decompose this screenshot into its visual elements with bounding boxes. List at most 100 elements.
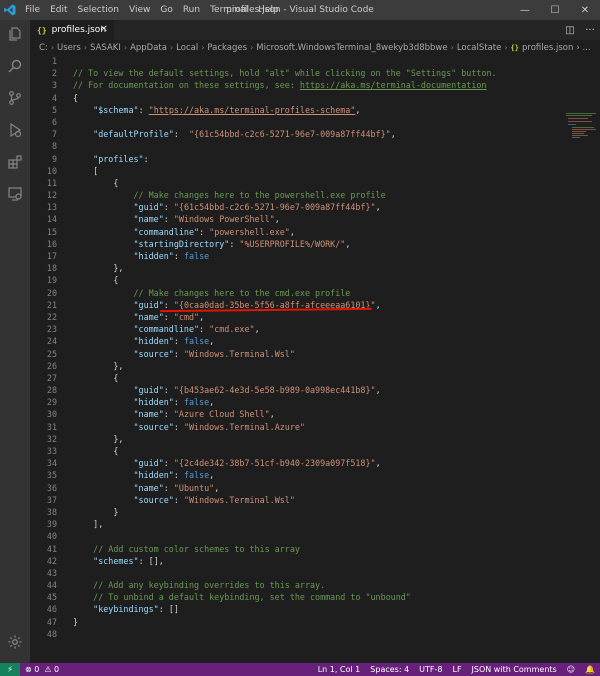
code-line[interactable]: 13 "guid": "{61c54bbd-c2c6-5271-96e7-009… bbox=[30, 201, 381, 213]
menu-terminal[interactable]: Terminal bbox=[205, 0, 253, 20]
split-editor-icon[interactable]: ◫ bbox=[560, 20, 580, 40]
code-line[interactable]: 23 "commandline": "cmd.exe", bbox=[30, 323, 260, 335]
code-line[interactable]: 42 "schemes": [], bbox=[30, 555, 164, 567]
menu-selection[interactable]: Selection bbox=[73, 0, 124, 20]
code-line[interactable]: 29 "hidden": false, bbox=[30, 396, 214, 408]
code-line[interactable]: 44 // Add any keybinding overrides to th… bbox=[30, 579, 325, 591]
code-line[interactable]: 18 }, bbox=[30, 262, 124, 274]
line-number: 11 bbox=[46, 177, 57, 188]
code-line[interactable]: 34 "guid": "{2c4de342-38b7-51cf-b940-230… bbox=[30, 457, 381, 469]
source-control-icon[interactable] bbox=[5, 88, 25, 108]
menu-go[interactable]: Go bbox=[155, 0, 177, 20]
tab-profiles-json[interactable]: {} profiles.json ✕ bbox=[30, 20, 114, 40]
code-line[interactable]: 28 "guid": "{b453ae62-4e3d-5e58-b989-0a9… bbox=[30, 384, 381, 396]
code-line[interactable]: 46 "keybindings": [] bbox=[30, 603, 179, 615]
code-line[interactable]: 15 "commandline": "powershell.exe", bbox=[30, 226, 295, 238]
breadcrumb-item[interactable]: Packages bbox=[207, 43, 247, 53]
encoding[interactable]: UTF-8 bbox=[414, 663, 447, 676]
code-line[interactable]: 19 { bbox=[30, 274, 118, 286]
breadcrumb-trail[interactable]: › ... bbox=[576, 43, 590, 53]
remote-indicator-icon[interactable]: ⚡ bbox=[0, 663, 20, 676]
code-line[interactable]: 41 // Add custom color schemes to this a… bbox=[30, 543, 300, 555]
code-line[interactable]: 39 ], bbox=[30, 518, 103, 530]
tab-close-icon[interactable]: ✕ bbox=[100, 20, 108, 40]
explorer-icon[interactable] bbox=[5, 24, 25, 44]
code-line[interactable]: 22 "name": "cmd", bbox=[30, 311, 204, 323]
breadcrumb-item[interactable]: C: bbox=[39, 43, 48, 53]
code-line[interactable]: 11 { bbox=[30, 177, 118, 189]
line-text: // For documentation on these settings, … bbox=[73, 79, 486, 91]
breadcrumb-item[interactable]: LocalState bbox=[457, 43, 502, 53]
code-line[interactable]: 20 // Make changes here to the cmd.exe p… bbox=[30, 287, 350, 299]
cursor-position[interactable]: Ln 1, Col 1 bbox=[313, 663, 366, 676]
code-line[interactable]: 5 "$schema": "https://aka.ms/terminal-pr… bbox=[30, 104, 360, 116]
close-window-button[interactable]: ✕ bbox=[570, 0, 600, 20]
code-token: { bbox=[73, 92, 79, 103]
language-mode[interactable]: JSON with Comments bbox=[467, 663, 562, 676]
line-text: "name": "Ubuntu", bbox=[73, 482, 220, 494]
feedback-icon[interactable]: ☺ bbox=[562, 663, 580, 676]
breadcrumb-item[interactable]: AppData bbox=[130, 43, 167, 53]
code-line[interactable]: 40 bbox=[30, 530, 57, 542]
code-line[interactable]: 30 "name": "Azure Cloud Shell", bbox=[30, 408, 275, 420]
code-line[interactable]: 9 "profiles": bbox=[30, 153, 149, 165]
code-line[interactable]: 16 "startingDirectory": "%USERPROFILE%/W… bbox=[30, 238, 350, 250]
warnings-count[interactable]: ⚠ 0 bbox=[44, 663, 64, 676]
code-line[interactable]: 26 }, bbox=[30, 360, 124, 372]
line-text: ], bbox=[73, 518, 103, 530]
code-line[interactable]: 1 bbox=[30, 55, 57, 67]
code-line[interactable]: 24 "hidden": false, bbox=[30, 335, 214, 347]
menu-file[interactable]: File bbox=[20, 0, 45, 20]
code-line[interactable]: 36 "name": "Ubuntu", bbox=[30, 482, 219, 494]
code-line[interactable]: 32 }, bbox=[30, 433, 124, 445]
code-line[interactable]: 2 // To view the default settings, hold "… bbox=[30, 67, 497, 79]
code-line[interactable]: 14 "name": "Windows PowerShell", bbox=[30, 213, 280, 225]
code-line[interactable]: 8 bbox=[30, 140, 57, 152]
code-line[interactable]: 37 "source": "Windows.Terminal.Wsl" bbox=[30, 494, 295, 506]
indentation[interactable]: Spaces: 4 bbox=[365, 663, 414, 676]
code-token: : bbox=[173, 336, 184, 347]
code-line[interactable]: 43 bbox=[30, 567, 57, 579]
menu-run[interactable]: Run bbox=[178, 0, 205, 20]
vertical-scrollbar[interactable] bbox=[594, 55, 600, 663]
errors-count[interactable]: ⊗ 0 bbox=[20, 663, 44, 676]
code-line[interactable]: 25 "source": "Windows.Terminal.Wsl" bbox=[30, 348, 295, 360]
code-line[interactable]: 38 } bbox=[30, 506, 118, 518]
code-line[interactable]: 7 "defaultProfile": "{61c54bbd-c2c6-5271… bbox=[30, 128, 396, 140]
code-line[interactable]: 17 "hidden": false bbox=[30, 250, 209, 262]
breadcrumb-item[interactable]: Microsoft.WindowsTerminal_8wekyb3d8bbwe bbox=[256, 43, 447, 53]
breadcrumb-item[interactable]: Users bbox=[57, 43, 81, 53]
code-line[interactable]: 10 [ bbox=[30, 165, 98, 177]
code-line[interactable]: 31 "source": "Windows.Terminal.Azure" bbox=[30, 421, 305, 433]
maximize-button[interactable]: ☐ bbox=[540, 0, 570, 20]
breadcrumb-item[interactable]: SASAKI bbox=[90, 43, 121, 53]
remote-explorer-icon[interactable] bbox=[5, 184, 25, 204]
breadcrumb-file[interactable]: profiles.json bbox=[522, 43, 573, 53]
menu-help[interactable]: Help bbox=[253, 0, 284, 20]
run-debug-icon[interactable] bbox=[5, 120, 25, 140]
manage-gear-icon[interactable] bbox=[5, 632, 25, 652]
code-line[interactable]: 45 // To unbind a default keybinding, se… bbox=[30, 591, 411, 603]
more-actions-icon[interactable]: ··· bbox=[580, 20, 600, 40]
code-line[interactable]: 27 { bbox=[30, 372, 118, 384]
code-line[interactable]: 35 "hidden": false, bbox=[30, 469, 214, 481]
search-icon[interactable] bbox=[5, 56, 25, 76]
menu-view[interactable]: View bbox=[124, 0, 155, 20]
notifications-bell-icon[interactable]: 🔔 bbox=[580, 663, 600, 676]
code-line[interactable]: 12 // Make changes here to the powershel… bbox=[30, 189, 386, 201]
code-line[interactable]: 33 { bbox=[30, 445, 118, 457]
code-line[interactable]: 3 // For documentation on these settings,… bbox=[30, 79, 487, 91]
code-line[interactable]: 6 bbox=[30, 116, 57, 128]
code-line[interactable]: 48 bbox=[30, 628, 57, 640]
code-line[interactable]: 47} bbox=[30, 616, 78, 628]
code-editor[interactable]: 1 2// To view the default settings, hold … bbox=[30, 55, 600, 663]
minimize-button[interactable]: — bbox=[510, 0, 540, 20]
code-line[interactable]: 4{ bbox=[30, 92, 78, 104]
end-of-line[interactable]: LF bbox=[447, 663, 466, 676]
extensions-icon[interactable] bbox=[5, 152, 25, 172]
breadcrumb-item[interactable]: Local bbox=[176, 43, 198, 53]
code-lines[interactable]: 1 2// To view the default settings, hold … bbox=[30, 55, 497, 640]
menu-edit[interactable]: Edit bbox=[45, 0, 72, 20]
code-line[interactable]: 21 "guid": "{0caa0dad-35be-5f56-a8ff-afc… bbox=[30, 299, 381, 311]
